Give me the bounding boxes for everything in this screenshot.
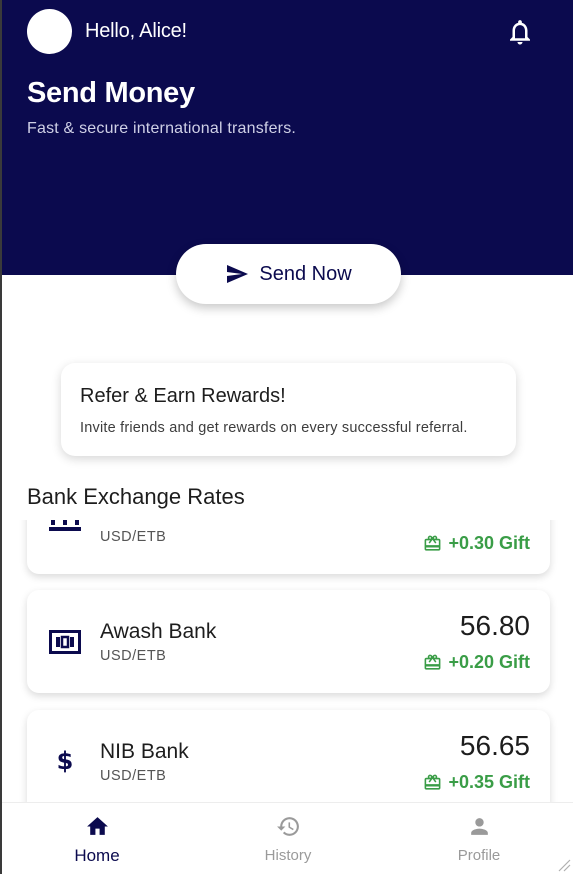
nav-home-label: Home (74, 846, 120, 865)
svg-text:$: $ (57, 747, 74, 775)
send-now-button[interactable]: Send Now (176, 244, 401, 304)
send-now-label: Send Now (259, 262, 352, 285)
bank-building-icon (49, 520, 81, 531)
nav-home[interactable]: Home (37, 803, 157, 874)
resize-grip-icon[interactable] (557, 858, 571, 872)
dollar-sign-icon: $ (57, 747, 74, 775)
gift-bonus: +0.35 Gift (423, 772, 530, 793)
nav-profile[interactable]: Profile (419, 803, 539, 874)
referral-title: Refer & Earn Rewards! (80, 385, 286, 407)
header-section: Hello, Alice! Send Money Fast & secure i… (0, 0, 573, 275)
gift-text: +0.30 Gift (448, 533, 530, 553)
currency-pair: USD/ETB (100, 768, 167, 784)
nav-history[interactable]: History (228, 803, 348, 874)
page-subtitle: Fast & secure international transfers. (27, 120, 297, 137)
avatar[interactable] (27, 9, 72, 54)
greeting-text: Hello, Alice! (85, 20, 187, 42)
exchange-rate: 56.65 (459, 730, 530, 761)
history-icon (277, 817, 299, 836)
referral-card[interactable]: Refer & Earn Rewards! Invite friends and… (61, 363, 516, 456)
nav-profile-label: Profile (457, 847, 501, 864)
gift-bonus: +0.30 Gift (423, 533, 530, 554)
send-icon (227, 265, 249, 283)
gift-bonus: +0.20 Gift (423, 652, 530, 673)
exchange-rates-title: Bank Exchange Rates (27, 484, 245, 509)
gift-icon (425, 654, 441, 670)
gift-icon (425, 774, 441, 790)
money-bill-icon (49, 630, 81, 654)
bank-name: NIB Bank (100, 740, 189, 763)
exchange-rates-list[interactable]: USD/ETB +0.30 Gift Awash Bank USD/ETB 56… (0, 520, 573, 802)
window-edge (0, 0, 2, 874)
bank-rate-card[interactable]: Awash Bank USD/ETB 56.80 +0.20 Gift (27, 590, 550, 693)
gift-text: +0.35 Gift (448, 772, 530, 792)
currency-pair: USD/ETB (100, 648, 167, 664)
exchange-rate: 56.80 (459, 610, 530, 641)
bank-rate-card[interactable]: $ NIB Bank USD/ETB 56.65 +0.35 Gift (27, 710, 550, 802)
bank-rate-card[interactable]: USD/ETB +0.30 Gift (27, 520, 550, 574)
gift-icon (425, 535, 441, 551)
home-icon (87, 817, 108, 835)
nav-history-label: History (264, 847, 312, 864)
currency-pair: USD/ETB (100, 529, 167, 545)
gift-text: +0.20 Gift (448, 652, 530, 672)
page-title: Send Money (27, 77, 195, 109)
referral-text: Invite friends and get rewards on every … (80, 420, 468, 436)
bottom-navigation: Home History Profile (0, 802, 573, 874)
bank-name: Awash Bank (100, 620, 217, 643)
notification-bell-icon[interactable] (505, 17, 535, 47)
person-icon (471, 818, 488, 835)
